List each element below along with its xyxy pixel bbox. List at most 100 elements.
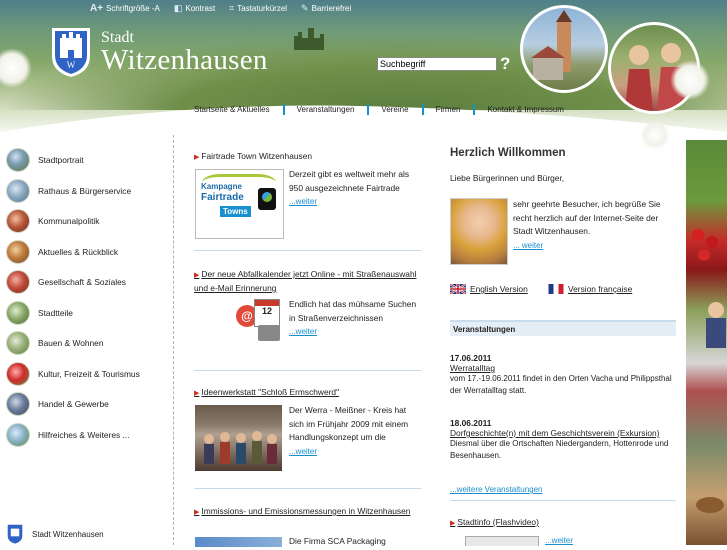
news-body: Derzeit gibt es weltweit mehr als 950 au… bbox=[289, 169, 410, 206]
nav-firmen[interactable]: Firmen bbox=[436, 104, 476, 115]
france-flag-icon bbox=[548, 284, 564, 294]
keyboard-icon: ⌗ bbox=[229, 2, 235, 13]
search-button[interactable]: ? bbox=[500, 54, 510, 74]
news-body: Endlich hat das mühsame Suchen in Straße… bbox=[289, 299, 417, 336]
event-item: 17.06.2011 Werratalltag vom 17.-19.06.20… bbox=[450, 353, 676, 397]
welcome-text: sehr geehrte Besucher, ich begrüße Sie r… bbox=[513, 199, 661, 250]
mayor-portrait bbox=[450, 198, 508, 265]
news-item-abfallkalender: ▶ Der neue Abfallkalender jetzt Online - … bbox=[194, 268, 421, 294]
uk-flag-icon bbox=[450, 284, 466, 294]
sidebar-footer[interactable]: Stadt Witzenhausen bbox=[6, 524, 104, 544]
stadtinfo-video-link[interactable]: ▶ Stadtinfo (Flashvideo) bbox=[450, 516, 539, 530]
sidebar-item-rathaus[interactable]: Rathaus & Bürgerservice bbox=[0, 176, 170, 207]
brand-name[interactable]: Witzenhausen bbox=[101, 44, 268, 77]
event-date: 18.06.2011 bbox=[450, 418, 492, 428]
events-heading: Veranstaltungen bbox=[450, 320, 676, 336]
news-body: Der Werra - Meißner - Kreis hat sich im … bbox=[289, 405, 409, 456]
news-divider bbox=[194, 488, 421, 489]
city-crest-logo[interactable]: W bbox=[50, 26, 92, 78]
kommunalpolitik-thumbnail bbox=[6, 209, 30, 234]
sidebar-item-kommunalpolitik[interactable]: Kommunalpolitik bbox=[0, 206, 170, 237]
calendar-email-image[interactable]: @ 12 bbox=[236, 297, 282, 341]
kultur-thumbnail bbox=[6, 361, 30, 386]
nav-kontakt[interactable]: Kontakt & Impressum bbox=[487, 104, 576, 115]
arrow-icon: ▶ bbox=[194, 272, 200, 279]
news-divider bbox=[194, 250, 421, 251]
nav-vereine[interactable]: Vereine bbox=[381, 104, 424, 115]
svg-text:W: W bbox=[67, 60, 76, 70]
arrow-icon: ▶ bbox=[450, 520, 456, 527]
events-divider bbox=[450, 500, 676, 501]
video-more-link[interactable]: ...weiter bbox=[545, 536, 573, 545]
banner-wave bbox=[0, 105, 727, 147]
event-description: Diesmal über die Ortschaften Niedergande… bbox=[450, 439, 669, 460]
english-version-link[interactable]: English Version bbox=[450, 284, 528, 294]
aktuelles-thumbnail bbox=[6, 239, 30, 264]
stadtportrait-thumbnail bbox=[6, 148, 30, 173]
sidebar-item-hilfreiches[interactable]: Hilfreiches & Weiteres ... bbox=[0, 420, 170, 451]
event-date: 17.06.2011 bbox=[450, 353, 492, 363]
font-size-control[interactable]: A+ Schriftgröße -A bbox=[90, 2, 160, 14]
pencil-icon: ✎ bbox=[301, 2, 309, 13]
shortcuts-link[interactable]: ⌗ Tastaturkürzel bbox=[229, 2, 287, 14]
french-version-link[interactable]: Version française bbox=[548, 284, 632, 294]
sidebar-menu: Stadtportrait Rathaus & Bürgerservice Ko… bbox=[0, 145, 170, 450]
column-divider bbox=[173, 135, 174, 545]
nav-startseite[interactable]: Startseite & Aktuelles bbox=[194, 104, 285, 115]
sidebar-item-bauen[interactable]: Bauen & Wohnen bbox=[0, 328, 170, 359]
news-title[interactable]: ▶ Ideenwerkstatt "Schloß Ermschwerd" bbox=[194, 386, 421, 400]
header-banner: A+ Schriftgröße -A ◧ Kontrast ⌗ Tastatur… bbox=[0, 0, 727, 147]
event-description: vom 17.-19.06.2011 findet in den Orten V… bbox=[450, 374, 672, 395]
news-more-link[interactable]: ...weiter bbox=[289, 447, 317, 456]
sidebar-item-handel[interactable]: Handel & Gewerbe bbox=[0, 389, 170, 420]
sidebar-item-stadtteile[interactable]: Stadtteile bbox=[0, 298, 170, 329]
sidebar-item-gesellschaft[interactable]: Gesellschaft & Soziales bbox=[0, 267, 170, 298]
arrow-icon: ▶ bbox=[194, 154, 200, 161]
main-navigation: Startseite & Aktuelles Veranstaltungen V… bbox=[194, 104, 589, 115]
small-crest-icon bbox=[7, 524, 23, 544]
sidebar-item-aktuelles[interactable]: Aktuelles & Rückblick bbox=[0, 237, 170, 268]
news-item-fairtrade: ▶ Fairtrade Town Witzenhausen bbox=[194, 150, 421, 164]
more-events-link[interactable]: ...weitere Veranstaltungen bbox=[450, 485, 543, 494]
utility-bar: A+ Schriftgröße -A ◧ Kontrast ⌗ Tastatur… bbox=[90, 2, 351, 14]
welcome-heading: Herzlich Willkommen bbox=[450, 147, 566, 159]
stadtteile-thumbnail bbox=[6, 300, 30, 325]
welcome-more-link[interactable]: ... weiter bbox=[513, 241, 543, 250]
arrow-icon: ▶ bbox=[194, 509, 200, 516]
castle-silhouette bbox=[294, 28, 324, 50]
event-title-link[interactable]: Dorfgeschichte(n) mit dem Geschichtsvere… bbox=[450, 428, 676, 438]
workshop-group-photo[interactable] bbox=[195, 405, 282, 471]
fairtrade-mark-icon bbox=[258, 188, 276, 210]
accessibility-link[interactable]: ✎ Barrierefrei bbox=[301, 2, 351, 14]
sidebar-item-stadtportrait[interactable]: Stadtportrait bbox=[0, 145, 170, 176]
bauen-thumbnail bbox=[6, 331, 30, 356]
arrow-icon: ▶ bbox=[194, 390, 200, 397]
news-more-link[interactable]: ...weiter bbox=[289, 197, 317, 206]
fairtrade-logo-image[interactable]: Kampagne Fairtrade Towns bbox=[195, 169, 284, 239]
blossom-decoration bbox=[670, 60, 710, 100]
hilfreiches-thumbnail bbox=[6, 422, 30, 447]
news-more-link[interactable]: ...weiter bbox=[289, 327, 317, 336]
contrast-link[interactable]: ◧ Kontrast bbox=[174, 2, 215, 14]
news-title[interactable]: ▶ Der neue Abfallkalender jetzt Online - … bbox=[194, 268, 421, 294]
news-title[interactable]: ▶ Fairtrade Town Witzenhausen bbox=[194, 150, 421, 164]
event-item: 18.06.2011 Dorfgeschichte(n) mit dem Ges… bbox=[450, 418, 676, 462]
blossom-decoration bbox=[640, 120, 670, 150]
news-item-immissionen: ▶ Immissions- und Emissionsmessungen in W… bbox=[194, 505, 421, 519]
search-input[interactable] bbox=[377, 57, 497, 71]
sidebar-item-kultur[interactable]: Kultur, Freizeit & Tourismus bbox=[0, 359, 170, 390]
news-title[interactable]: ▶ Immissions- und Emissionsmessungen in W… bbox=[194, 505, 421, 519]
contrast-icon: ◧ bbox=[173, 2, 183, 13]
welcome-salutation: Liebe Bürgerinnen und Bürger, bbox=[450, 173, 565, 183]
font-size-plus-icon: A+ bbox=[90, 2, 104, 14]
news-body: Die Firma SCA Packaging bbox=[289, 536, 386, 546]
gesellschaft-thumbnail bbox=[6, 270, 30, 295]
event-title-link[interactable]: Werratalltag bbox=[450, 363, 676, 373]
rathaus-thumbnail bbox=[6, 178, 30, 203]
news-divider bbox=[194, 370, 421, 371]
side-photo-strip bbox=[686, 140, 727, 545]
measurement-photo[interactable] bbox=[195, 537, 282, 547]
calendar-icon: 12 bbox=[254, 299, 280, 327]
handel-thumbnail bbox=[6, 392, 30, 417]
nav-veranstaltungen[interactable]: Veranstaltungen bbox=[297, 104, 370, 115]
